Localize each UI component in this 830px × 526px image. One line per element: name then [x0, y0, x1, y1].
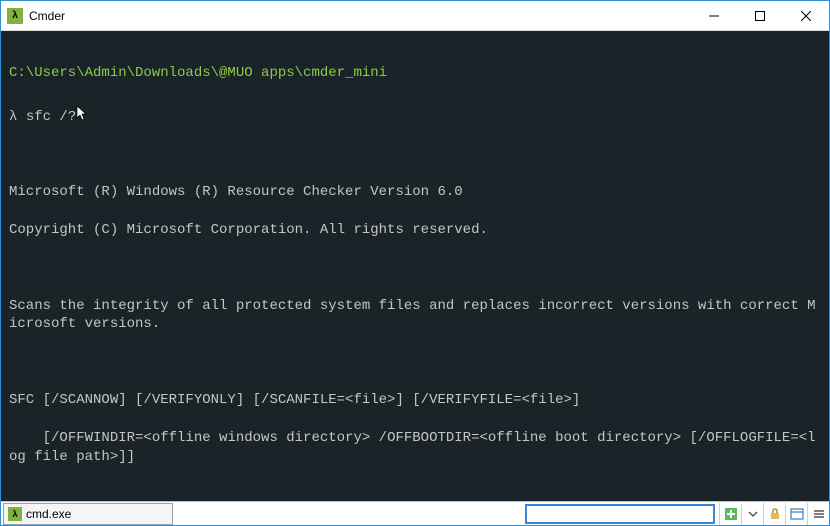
chevron-down-icon — [748, 507, 758, 521]
output-line: Scans the integrity of all protected sys… — [9, 297, 821, 335]
titlebar[interactable]: λ Cmder — [1, 1, 829, 31]
output-line: SFC [/SCANNOW] [/VERIFYONLY] [/SCANFILE=… — [9, 391, 821, 410]
search-input[interactable] — [525, 504, 715, 524]
prompt-symbol: λ — [9, 109, 17, 125]
lock-button[interactable] — [763, 503, 785, 525]
command-text: sfc /? — [26, 109, 76, 125]
maximize-button[interactable] — [737, 1, 783, 31]
app-icon: λ — [7, 8, 23, 24]
new-console-button[interactable] — [719, 503, 741, 525]
plus-icon — [724, 507, 738, 521]
cmder-window: λ Cmder C:\Users\Admin\Downloads\@MUO ap… — [0, 0, 830, 526]
output-line: [/OFFWINDIR=<offline windows directory> … — [9, 429, 821, 467]
cursor-pointer-icon — [76, 105, 88, 130]
statusbar: λ cmd.exe — [1, 501, 829, 525]
output-line: Microsoft (R) Windows (R) Resource Check… — [9, 183, 821, 202]
window-title: Cmder — [29, 9, 691, 23]
menu-button[interactable] — [807, 503, 829, 525]
tab-label: cmd.exe — [26, 507, 71, 521]
close-button[interactable] — [783, 1, 829, 31]
dropdown-button[interactable] — [741, 503, 763, 525]
lock-icon — [768, 507, 782, 521]
terminal-output[interactable]: C:\Users\Admin\Downloads\@MUO apps\cmder… — [1, 31, 829, 501]
layout-button[interactable] — [785, 503, 807, 525]
minimize-button[interactable] — [691, 1, 737, 31]
layout-icon — [790, 507, 804, 521]
tab-app-icon: λ — [8, 507, 22, 521]
maximize-icon — [755, 11, 765, 21]
hamburger-icon — [812, 507, 826, 521]
minimize-icon — [709, 11, 719, 21]
prompt-path: C:\Users\Admin\Downloads\@MUO apps\cmder… — [9, 65, 387, 81]
toolbar-buttons — [719, 503, 829, 525]
output-line: Copyright (C) Microsoft Corporation. All… — [9, 221, 821, 240]
console-tab[interactable]: λ cmd.exe — [3, 503, 173, 525]
close-icon — [801, 11, 811, 21]
